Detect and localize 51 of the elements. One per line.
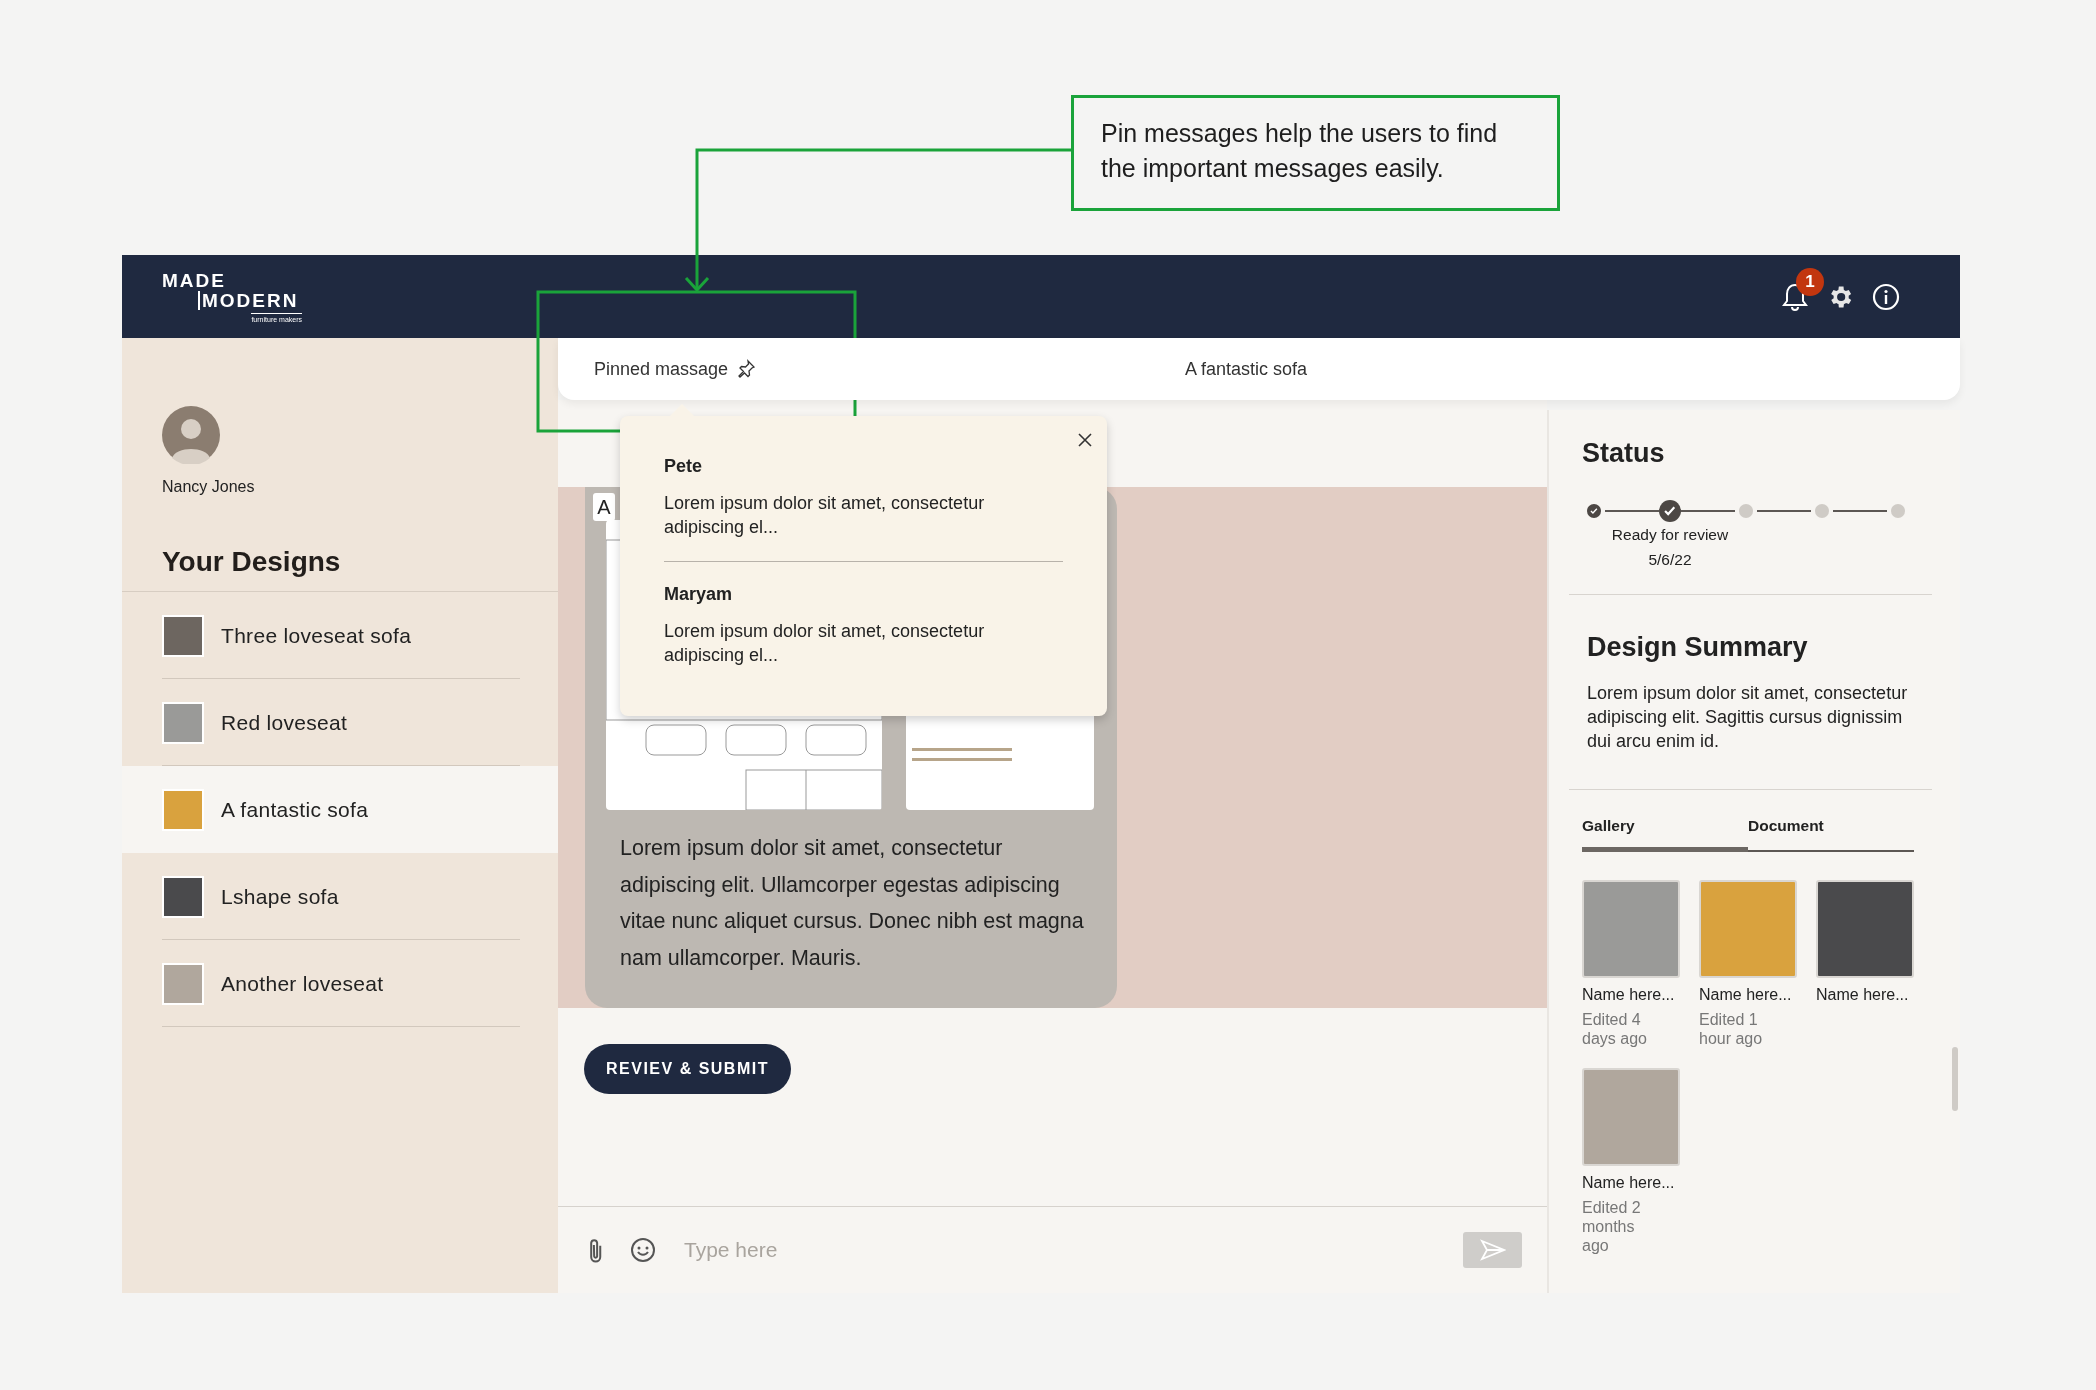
edited-time: Edited 2 months ago: [1582, 1198, 1642, 1255]
message-input[interactable]: Type here: [682, 1237, 1443, 1263]
send-icon: [1479, 1239, 1506, 1261]
photo-placeholder: [162, 701, 204, 744]
item-name: Name here...: [1699, 986, 1793, 1004]
annotation-text: Pin messages help the users to find the important messages easily.: [1101, 118, 1499, 184]
summary-title: Design Summary: [1587, 632, 1809, 663]
section-title: Your Designs: [162, 546, 342, 579]
bell-icon: [1782, 281, 1808, 312]
photo-placeholder[interactable]: [1816, 880, 1914, 978]
scrollbar-thumb[interactable]: [1952, 1047, 1958, 1111]
info-icon: [1872, 282, 1900, 311]
item-name: Name here...: [1582, 986, 1676, 1004]
pin-icon: [736, 359, 757, 379]
tab[interactable]: Gallery: [1582, 816, 1748, 852]
notification-badge: 1: [1796, 267, 1824, 296]
pinned-text: Lorem ipsum dolor sit amet, consectetur adipiscing el...: [664, 492, 986, 539]
photo-placeholder: [162, 614, 204, 657]
pinned-text: Lorem ipsum dolor sit amet, consectetur adipiscing el...: [664, 620, 986, 667]
photo-placeholder: [162, 788, 204, 831]
smiley-icon: [630, 1237, 656, 1263]
design-item[interactable]: Three loveseat sofa: [122, 592, 558, 679]
step-label: Ready for review: [1611, 526, 1729, 544]
close-icon: [1077, 432, 1093, 448]
info-button[interactable]: [1872, 282, 1900, 311]
avatar: [162, 406, 220, 464]
pinned-author: Pete: [664, 456, 704, 477]
chat-title: A fantastic sofa: [1185, 358, 1308, 380]
notifications-button[interactable]: 1: [1782, 267, 1824, 312]
message-text: Lorem ipsum dolor sit amet, consectetur adipiscing elit. Ullamcorper egestas adipiscing vitae nunc aliquet cursus. Donec nibh est magna nam ullamcorper. Mauris.: [620, 835, 1085, 972]
design-item[interactable]: Another loveseat: [122, 940, 558, 1027]
design-item[interactable]: Lshape sofa: [122, 853, 558, 940]
message-tag: A: [593, 493, 615, 521]
review-submit-button[interactable]: REVIEV & SUBMIT: [584, 1044, 791, 1094]
item-name: Name here...: [1582, 1174, 1676, 1192]
step-date: 5/6/22: [1648, 551, 1692, 569]
user-name: Nancy Jones: [162, 478, 255, 496]
edited-time: Edited 4 days ago: [1582, 1010, 1648, 1048]
pinned-author: Maryam: [664, 584, 734, 605]
photo-placeholder: [162, 875, 204, 918]
edited-time: Edited 1 hour ago: [1699, 1010, 1764, 1048]
pinned-messages-button[interactable]: Pinned massage: [594, 358, 757, 380]
emoji-button[interactable]: [630, 1237, 656, 1263]
tab[interactable]: Document: [1748, 816, 1914, 852]
close-button[interactable]: [1077, 432, 1093, 448]
summary-text: Lorem ipsum dolor sit amet, consectetur adipiscing elit. Sagittis cursus dignissim dui arcu enim id.: [1587, 682, 1909, 753]
item-name: Name here...: [1816, 986, 1910, 1004]
design-item[interactable]: Red loveseat: [122, 679, 558, 766]
photo-placeholder: [162, 962, 204, 1005]
design-item[interactable]: A fantastic sofa: [122, 766, 558, 853]
status-title: Status: [1582, 438, 1666, 470]
